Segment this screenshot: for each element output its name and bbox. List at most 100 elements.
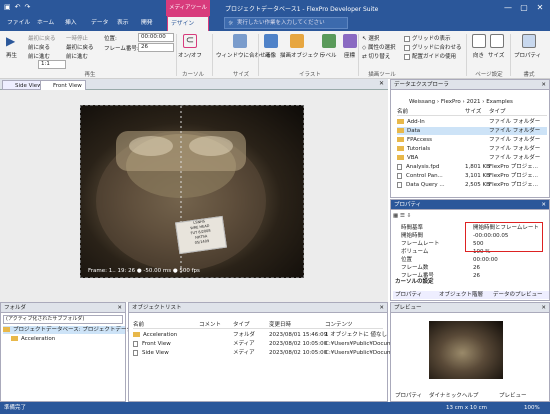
next-frame-button[interactable]: 前に進む (66, 52, 88, 60)
tab-properties[interactable]: プロパティ (395, 392, 422, 400)
save-icon[interactable]: ▣ (4, 3, 11, 11)
fit-window-button[interactable]: ウィンドウに合わせる (216, 51, 271, 59)
grid-show-checkbox[interactable]: グリッドの表示 (404, 34, 451, 42)
column-header[interactable]: タイプ (233, 321, 250, 329)
prev-frame-button[interactable]: 前に戻る (28, 43, 50, 51)
tab-file[interactable]: ファイル (4, 16, 33, 31)
coords-button[interactable]: 座標 (344, 51, 355, 59)
column-header[interactable]: タイプ (489, 108, 506, 116)
minimize-icon[interactable]: — (502, 2, 514, 13)
breadcrumb-item[interactable]: FlexPro (441, 99, 461, 105)
column-header[interactable]: 変更日時 (269, 321, 291, 329)
tab-view[interactable]: 表示 (114, 16, 132, 31)
breadcrumb-item[interactable]: Weissang (409, 99, 435, 105)
tree-root[interactable]: プロジェクトデータベース: プロジェクトデータベース1 (3, 326, 152, 334)
explorer-row[interactable]: Data ファイル フォルダー (397, 127, 547, 135)
tab-preview[interactable]: プレビュー (499, 392, 527, 400)
property-row[interactable]: フレーム数 26 (395, 264, 549, 272)
file-icon (397, 181, 402, 188)
table-row[interactable]: Side View メディア 2023/08/02 10:05:00 C:¥Us… (133, 349, 401, 357)
explorer-row[interactable]: Analysis.fpd 1,801 KB FlexPro プロジェ... (397, 163, 547, 171)
undo-icon[interactable]: ↶ (15, 3, 21, 11)
properties-icon[interactable] (522, 34, 536, 48)
close-icon[interactable]: ✕ (541, 200, 546, 210)
tab-dynamic-help[interactable]: ダイナミックヘルプ (429, 392, 478, 400)
tab-object-hierarchy[interactable]: オブジェクト階層 (439, 291, 483, 299)
close-icon[interactable]: ✕ (541, 303, 546, 313)
guide-checkbox[interactable]: 配置ガイドの使用 (404, 52, 456, 60)
play-icon[interactable]: ▶ (6, 34, 20, 48)
column-header[interactable]: コンテンツ (325, 321, 353, 329)
image-icon[interactable] (264, 34, 278, 48)
search-input[interactable]: 実行したい作業を入力してください (224, 17, 348, 29)
onoff-button[interactable]: オン/オフ (178, 51, 202, 59)
property-value[interactable]: 00:00:00 (473, 256, 498, 264)
column-header[interactable]: 名前 (397, 108, 408, 116)
tab-data-preview[interactable]: データのプレビュー (493, 291, 543, 299)
insert-image-button[interactable]: 画像 (265, 51, 276, 59)
frame-number-input[interactable]: 26 (138, 43, 174, 52)
orientation-icon[interactable] (472, 34, 486, 48)
orientation-button[interactable]: 向き (473, 51, 484, 59)
folder-filter-select[interactable]: (アクティブ化されたサブフォルダ) (3, 315, 123, 324)
last-frame-button[interactable]: 最初に戻る (66, 43, 94, 51)
cursor-settings-section[interactable]: カーソルの設定 (395, 278, 434, 286)
page-size-icon[interactable] (490, 34, 504, 48)
tab-data[interactable]: データ (88, 16, 111, 31)
zoom-status[interactable]: 100% (524, 402, 540, 414)
property-row[interactable]: 位置 00:00:00 (395, 256, 549, 264)
label-icon[interactable] (322, 34, 336, 48)
toggle-button[interactable]: ⇄ 切り替え (362, 52, 390, 60)
tree-item[interactable]: Acceleration (11, 335, 55, 343)
table-row[interactable]: Front View メディア 2023/08/02 10:05:00 C:¥U… (133, 340, 401, 348)
label-button[interactable]: ラベル (320, 51, 337, 59)
property-value[interactable]: 26 (473, 264, 480, 272)
table-row[interactable]: Acceleration フォルダ 2023/08/01 15:46:09 1 … (133, 331, 387, 339)
play-button[interactable]: 再生 (6, 51, 17, 59)
media-tools-context-tab: メディアツール (166, 0, 210, 16)
maximize-icon[interactable]: ▢ (518, 2, 530, 13)
sort-icon[interactable]: ▦ ☰ ⇩ (393, 213, 411, 219)
breadcrumb-item[interactable]: Examples (486, 99, 513, 105)
cursor-toggle-icon[interactable]: ⊂ (183, 34, 197, 48)
close-icon[interactable]: ✕ (117, 303, 122, 313)
tab-develop[interactable]: 開発 (138, 16, 156, 31)
explorer-row-name: Add-In (407, 119, 425, 125)
tab-design[interactable]: デザイン (167, 16, 209, 31)
pause-button[interactable]: 一時停止 (66, 34, 88, 42)
drawing-objects-button[interactable]: 描画オブジェクト (280, 51, 324, 59)
explorer-row[interactable]: Control Pan... 3,101 KB FlexPro プロジェ... (397, 172, 547, 180)
column-header[interactable]: サイズ (465, 108, 481, 116)
page-size-button[interactable]: サイズ (488, 51, 504, 59)
column-header[interactable]: 名前 (133, 321, 144, 329)
tab-home[interactable]: ホーム (34, 16, 57, 31)
redo-icon[interactable]: ↷ (25, 3, 31, 11)
explorer-row[interactable]: Data Query ... 2,505 KB FlexPro プロジェ... (397, 181, 547, 189)
breadcrumb-item[interactable]: 2021 (466, 99, 480, 105)
tab-properties[interactable]: プロパティ (395, 291, 422, 299)
properties-button[interactable]: プロパティ (514, 51, 541, 59)
coords-icon[interactable] (343, 34, 357, 48)
explorer-row[interactable]: VBA ファイル フォルダー (397, 154, 547, 162)
explorer-row[interactable]: Add-In ファイル フォルダー (397, 118, 547, 126)
explorer-row[interactable]: Tutorials ファイル フォルダー (397, 145, 547, 153)
select-attr-button[interactable]: ◇ 属性の選択 (362, 43, 396, 51)
step-back-button[interactable]: 前に進む (28, 52, 50, 60)
speed-select[interactable]: 1:1 (38, 60, 66, 69)
explorer-row[interactable]: FPAccess ファイル フォルダー (397, 136, 547, 144)
position-input[interactable]: 00:00:00 (138, 33, 174, 42)
close-icon[interactable]: ✕ (541, 80, 546, 90)
breadcrumb[interactable]: Weissang › FlexPro › 2021 › Examples (409, 98, 513, 106)
close-icon[interactable]: ✕ (379, 303, 384, 313)
tab-insert[interactable]: 挿入 (62, 16, 80, 31)
property-value[interactable]: 26 (473, 272, 480, 280)
fit-window-icon[interactable] (233, 34, 247, 48)
snap-grid-checkbox[interactable]: グリッドに合わせる (404, 43, 462, 51)
first-frame-button[interactable]: 最初に戻る (28, 34, 56, 42)
close-icon[interactable]: ✕ (534, 2, 546, 13)
column-header[interactable]: コメント (199, 321, 221, 329)
select-button[interactable]: ↖ 選択 (362, 34, 379, 42)
close-icon[interactable]: ✕ (379, 80, 384, 87)
shapes-icon[interactable] (290, 34, 304, 48)
tab-front-view[interactable]: Front View (40, 80, 86, 90)
